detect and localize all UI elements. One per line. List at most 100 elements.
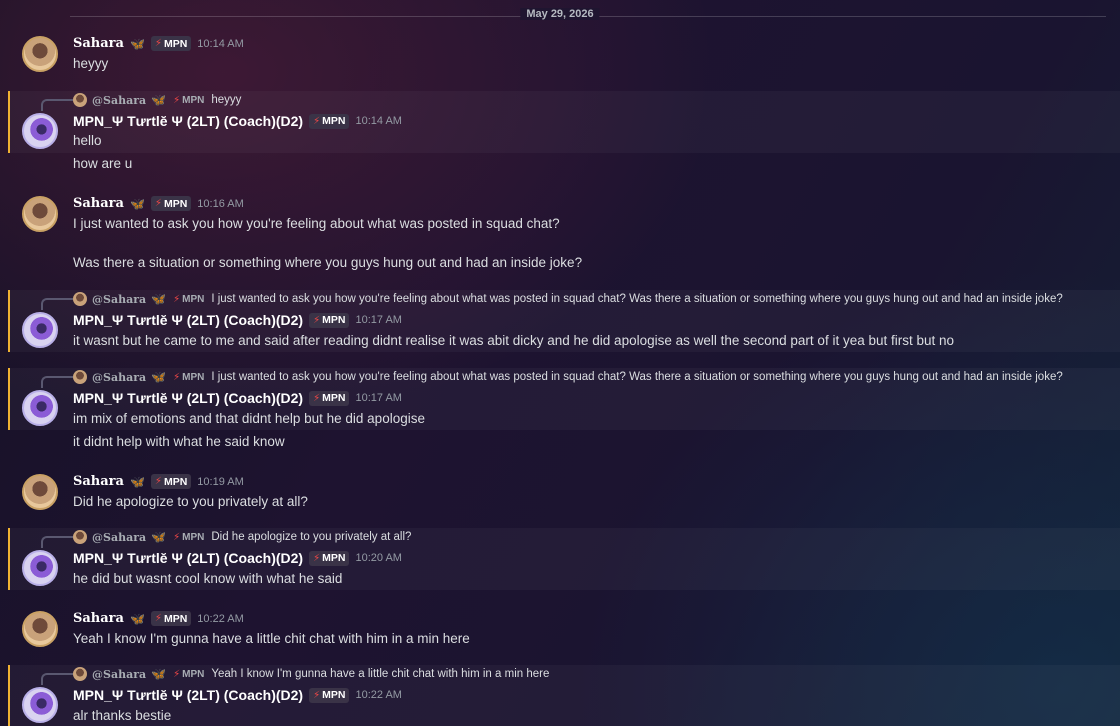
timestamp[interactable]: 10:22 AM (355, 689, 401, 701)
butterfly-icon: 🦋 (151, 93, 167, 107)
reply-text[interactable]: heyyy (211, 94, 241, 106)
role-badge[interactable]: ⚡ MPN (150, 611, 192, 626)
message[interactable]: Sahara 🦋 ⚡ MPN 10:14 AM heyyy (0, 28, 1120, 84)
avatar[interactable] (22, 196, 58, 232)
role-badge[interactable]: ⚡ MPN (309, 390, 350, 406)
reply-preview[interactable]: @Sahara 🦋 ⚡ MPN Yeah I know I'm gunna hav… (73, 667, 549, 681)
reply-badge-label: MPN (182, 293, 205, 305)
reply-author[interactable]: @Sahara (92, 94, 146, 107)
reply-text[interactable]: I just wanted to ask you how you're feel… (211, 293, 1062, 305)
role-badge[interactable]: ⚡ MPN (309, 113, 350, 129)
message-text: heyyy (73, 56, 109, 71)
avatar[interactable] (22, 687, 58, 723)
message[interactable]: Sahara 🦋 ⚡ MPN 10:16 AM I just wanted to … (0, 188, 1120, 274)
reply-avatar (73, 292, 87, 306)
avatar[interactable] (22, 474, 58, 510)
author-name[interactable]: MPN_Ψ Tưrtlĕ Ψ (2LT) (Coach)(D2) (73, 312, 303, 328)
author-name[interactable]: MPN_Ψ Tưrtlĕ Ψ (2LT) (Coach)(D2) (73, 687, 303, 703)
timestamp[interactable]: 10:19 AM (197, 476, 243, 488)
bolt-icon: ⚡ (173, 94, 181, 106)
reply-badge: ⚡ MPN (171, 293, 206, 306)
reply-badge-label: MPN (182, 531, 205, 543)
message-highlighted[interactable]: @Sahara 🦋 ⚡ MPN I just wanted to ask you … (8, 290, 1120, 352)
role-badge[interactable]: ⚡ MPN (309, 687, 350, 703)
role-badge-label: MPN (322, 689, 346, 701)
reply-connector (41, 376, 73, 388)
butterfly-icon: 🦋 (151, 370, 167, 384)
bolt-icon: ⚡ (154, 476, 162, 487)
message-text: how are u (73, 156, 133, 171)
avatar[interactable] (22, 113, 58, 149)
message[interactable]: Sahara 🦋 ⚡ MPN 10:22 AM Yeah I know I'm g… (0, 603, 1120, 659)
timestamp[interactable]: 10:14 AM (355, 115, 401, 127)
author-name[interactable]: Sahara (73, 196, 124, 211)
reply-author[interactable]: @Sahara (92, 293, 146, 306)
reply-author[interactable]: @Sahara (92, 668, 146, 681)
role-badge-label: MPN (322, 552, 346, 564)
reply-preview[interactable]: @Sahara 🦋 ⚡ MPN I just wanted to ask you … (73, 292, 1063, 306)
reply-author[interactable]: @Sahara (92, 371, 146, 384)
bolt-icon: ⚡ (313, 689, 321, 701)
reply-text[interactable]: Did he apologize to you privately at all… (211, 531, 411, 543)
avatar[interactable] (22, 312, 58, 348)
role-badge-label: MPN (322, 314, 346, 326)
reply-preview[interactable]: @Sahara 🦋 ⚡ MPN I just wanted to ask you … (73, 370, 1063, 384)
reply-preview[interactable]: @Sahara 🦋 ⚡ MPN heyyy (73, 93, 241, 107)
author-name[interactable]: Sahara (73, 474, 124, 489)
message-text: I just wanted to ask you how you're feel… (73, 216, 560, 231)
reply-badge: ⚡ MPN (171, 94, 206, 107)
message-highlighted[interactable]: @Sahara 🦋 ⚡ MPN heyyy MPN_Ψ Tưrtlĕ Ψ (2LT… (8, 91, 1120, 153)
role-badge-label: MPN (163, 475, 188, 488)
bolt-icon: ⚡ (313, 314, 321, 326)
reply-text[interactable]: Yeah I know I'm gunna have a little chit… (211, 668, 549, 680)
timestamp[interactable]: 10:17 AM (355, 392, 401, 404)
timestamp[interactable]: 10:14 AM (197, 38, 243, 50)
bolt-icon: ⚡ (154, 198, 162, 209)
avatar[interactable] (22, 550, 58, 586)
timestamp[interactable]: 10:20 AM (355, 552, 401, 564)
role-badge[interactable]: ⚡ MPN (150, 36, 192, 51)
author-name[interactable]: Sahara (73, 36, 124, 51)
reply-badge: ⚡ MPN (171, 371, 206, 384)
author-name[interactable]: Sahara (73, 611, 124, 626)
bolt-icon: ⚡ (313, 115, 321, 127)
bolt-icon: ⚡ (154, 613, 162, 624)
message-highlighted[interactable]: @Sahara 🦋 ⚡ MPN Yeah I know I'm gunna hav… (8, 665, 1120, 726)
author-name[interactable]: MPN_Ψ Tưrtlĕ Ψ (2LT) (Coach)(D2) (73, 390, 303, 406)
avatar[interactable] (22, 36, 58, 72)
message-highlighted[interactable]: @Sahara 🦋 ⚡ MPN I just wanted to ask you … (8, 368, 1120, 430)
bolt-icon: ⚡ (154, 38, 162, 49)
reply-badge: ⚡ MPN (171, 668, 206, 681)
timestamp[interactable]: 10:17 AM (355, 314, 401, 326)
butterfly-icon: 🦋 (151, 292, 167, 306)
avatar[interactable] (22, 390, 58, 426)
avatar[interactable] (22, 611, 58, 647)
reply-text[interactable]: I just wanted to ask you how you're feel… (211, 371, 1062, 383)
message-text: he did but wasnt cool know with what he … (73, 571, 343, 586)
role-badge[interactable]: ⚡ MPN (309, 550, 350, 566)
reply-badge-label: MPN (182, 94, 205, 106)
role-badge[interactable]: ⚡ MPN (150, 196, 192, 211)
timestamp[interactable]: 10:16 AM (197, 198, 243, 210)
author-name[interactable]: MPN_Ψ Tưrtlĕ Ψ (2LT) (Coach)(D2) (73, 550, 303, 566)
bolt-icon: ⚡ (173, 293, 181, 305)
role-badge[interactable]: ⚡ MPN (309, 312, 350, 328)
role-badge-label: MPN (163, 37, 188, 50)
reply-avatar (73, 370, 87, 384)
message-text: Yeah I know I'm gunna have a little chit… (73, 631, 470, 646)
reply-avatar (73, 93, 87, 107)
message[interactable]: Sahara 🦋 ⚡ MPN 10:19 AM Did he apologize … (0, 466, 1120, 522)
reply-connector (41, 298, 73, 310)
date-divider-label: May 29, 2026 (520, 8, 600, 20)
reply-author[interactable]: @Sahara (92, 531, 146, 544)
role-badge[interactable]: ⚡ MPN (150, 474, 192, 489)
bolt-icon: ⚡ (313, 552, 321, 564)
timestamp[interactable]: 10:22 AM (197, 613, 243, 625)
message-text: Did he apologize to you privately at all… (73, 494, 308, 509)
reply-preview[interactable]: @Sahara 🦋 ⚡ MPN Did he apologize to you p… (73, 530, 411, 544)
reply-connector (41, 536, 73, 548)
author-name[interactable]: MPN_Ψ Tưrtlĕ Ψ (2LT) (Coach)(D2) (73, 113, 303, 129)
reply-avatar (73, 667, 87, 681)
message-highlighted[interactable]: @Sahara 🦋 ⚡ MPN Did he apologize to you p… (8, 528, 1120, 590)
role-badge-label: MPN (322, 115, 346, 127)
